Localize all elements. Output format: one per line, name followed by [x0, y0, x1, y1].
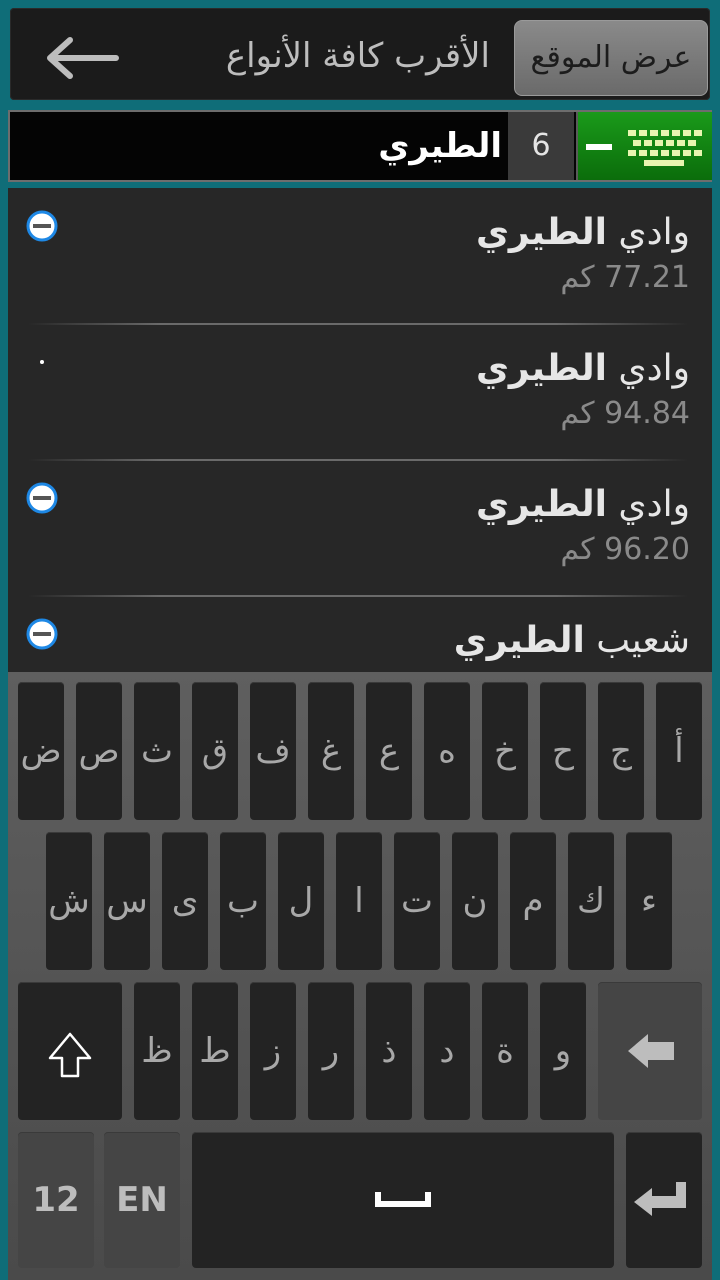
key[interactable]: ل: [278, 832, 324, 970]
result-count: 6: [508, 112, 574, 180]
shift-key[interactable]: [18, 982, 122, 1120]
key[interactable]: ظ: [134, 982, 180, 1120]
list-item[interactable]: وادي الطيري 77.21 كم: [8, 188, 712, 324]
numbers-key[interactable]: 12: [18, 1132, 94, 1268]
search-bar: الطيري 6: [8, 110, 712, 182]
back-arrow-icon[interactable]: [44, 36, 120, 80]
show-location-button[interactable]: عرض الموقع: [514, 20, 708, 96]
on-screen-keyboard: ض ص ث ق ف غ ع ه خ ح ج أ ش س ى ب ل ا ت ن …: [8, 672, 712, 1280]
results-list: وادي الطيري 77.21 كم وادي الطيري 94.84 ك…: [8, 188, 712, 672]
result-name: شعيب الطيري: [453, 620, 690, 661]
key[interactable]: ح: [540, 682, 586, 820]
key[interactable]: ق: [192, 682, 238, 820]
key[interactable]: ك: [568, 832, 614, 970]
keyboard-icon: [586, 130, 702, 166]
key[interactable]: ش: [46, 832, 92, 970]
key[interactable]: م: [510, 832, 556, 970]
enter-icon: [634, 1182, 686, 1216]
key[interactable]: ة: [482, 982, 528, 1120]
key[interactable]: ص: [76, 682, 122, 820]
search-input[interactable]: الطيري: [10, 112, 506, 180]
result-name: وادي الطيري: [475, 348, 690, 389]
page-title: الأقرب كافة الأنواع: [225, 36, 490, 76]
result-name: وادي الطيري: [475, 212, 690, 253]
key[interactable]: أ: [656, 682, 702, 820]
key[interactable]: ذ: [366, 982, 412, 1120]
language-key[interactable]: EN: [104, 1132, 180, 1268]
key[interactable]: ء: [626, 832, 672, 970]
key[interactable]: ع: [366, 682, 412, 820]
key[interactable]: ث: [134, 682, 180, 820]
key[interactable]: ط: [192, 982, 238, 1120]
direction-icon: [26, 210, 58, 242]
key[interactable]: ن: [452, 832, 498, 970]
result-distance: 96.20 كم: [560, 532, 690, 567]
key[interactable]: د: [424, 982, 470, 1120]
space-key[interactable]: [192, 1132, 614, 1268]
key[interactable]: خ: [482, 682, 528, 820]
result-distance: 94.84 كم: [560, 396, 690, 431]
space-icon: [375, 1192, 431, 1207]
enter-key[interactable]: [626, 1132, 702, 1268]
key[interactable]: ه: [424, 682, 470, 820]
list-item[interactable]: وادي الطيري 94.84 كم: [8, 324, 712, 460]
result-distance: 77.21 كم: [560, 260, 690, 295]
key[interactable]: ى: [162, 832, 208, 970]
top-bar: الأقرب كافة الأنواع عرض الموقع: [10, 8, 710, 100]
backspace-key[interactable]: [598, 982, 702, 1120]
key[interactable]: ا: [336, 832, 382, 970]
key[interactable]: غ: [308, 682, 354, 820]
key[interactable]: س: [104, 832, 150, 970]
key[interactable]: ب: [220, 832, 266, 970]
list-item[interactable]: شعيب الطيري: [8, 596, 712, 672]
key[interactable]: ت: [394, 832, 440, 970]
key[interactable]: و: [540, 982, 586, 1120]
key[interactable]: ف: [250, 682, 296, 820]
backspace-icon: [628, 1034, 674, 1068]
shift-arrow-icon: [48, 1032, 92, 1078]
list-item[interactable]: وادي الطيري 96.20 كم: [8, 460, 712, 596]
keyboard-toggle-button[interactable]: [576, 112, 712, 180]
direction-icon: [40, 360, 44, 364]
key[interactable]: ض: [18, 682, 64, 820]
key[interactable]: ج: [598, 682, 644, 820]
key[interactable]: ز: [250, 982, 296, 1120]
direction-icon: [26, 482, 58, 514]
direction-icon: [26, 618, 58, 650]
key[interactable]: ر: [308, 982, 354, 1120]
result-name: وادي الطيري: [475, 484, 690, 525]
